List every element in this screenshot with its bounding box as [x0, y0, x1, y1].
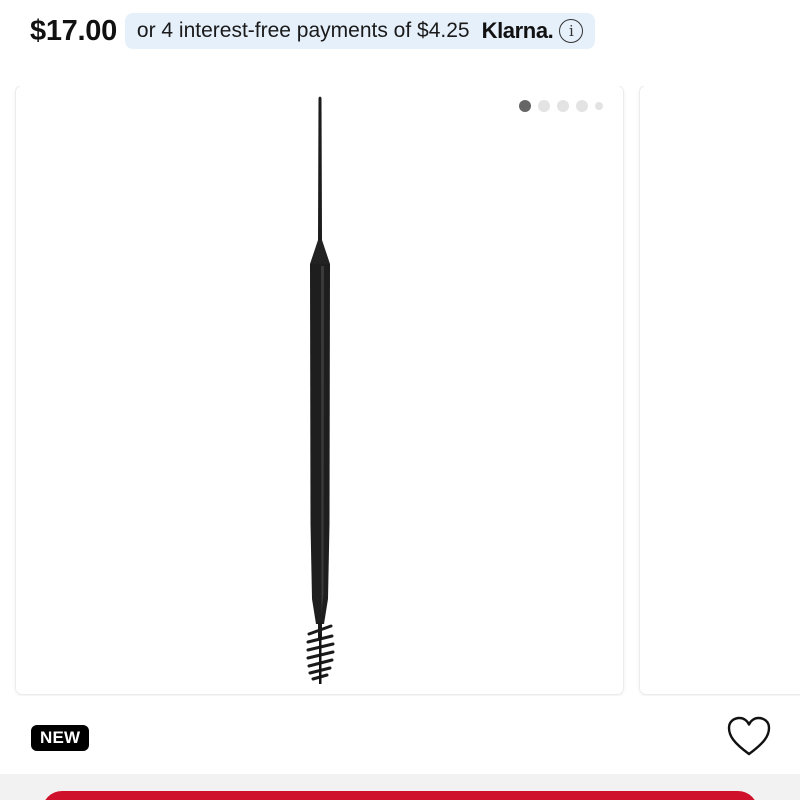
- carousel-pagination: [519, 100, 603, 112]
- carousel-dot[interactable]: [595, 102, 603, 110]
- carousel-dot[interactable]: [557, 100, 569, 112]
- product-price: $17.00: [30, 14, 117, 47]
- product-image-card[interactable]: [16, 86, 623, 694]
- klarna-logo: Klarna.: [481, 18, 554, 43]
- price-row: $17.00 or 4 interest-free payments of $4…: [30, 12, 596, 50]
- info-icon[interactable]: i: [559, 19, 584, 43]
- product-page: $17.00 or 4 interest-free payments of $4…: [0, 0, 800, 800]
- carousel-dot[interactable]: [519, 100, 531, 112]
- next-product-image-card[interactable]: [640, 86, 800, 694]
- klarna-payment-banner[interactable]: or 4 interest-free payments of $4.25 Kla…: [124, 13, 596, 49]
- new-badge: NEW: [31, 725, 90, 751]
- product-image: [306, 96, 335, 684]
- klarna-installment-text: or 4 interest-free payments of $4.25: [136, 19, 470, 42]
- heart-icon: [727, 716, 771, 756]
- carousel-dot[interactable]: [538, 100, 550, 112]
- product-image-carousel[interactable]: [0, 86, 800, 696]
- favorite-button[interactable]: [726, 715, 772, 759]
- add-to-basket-button[interactable]: [42, 791, 758, 800]
- carousel-dot[interactable]: [576, 100, 588, 112]
